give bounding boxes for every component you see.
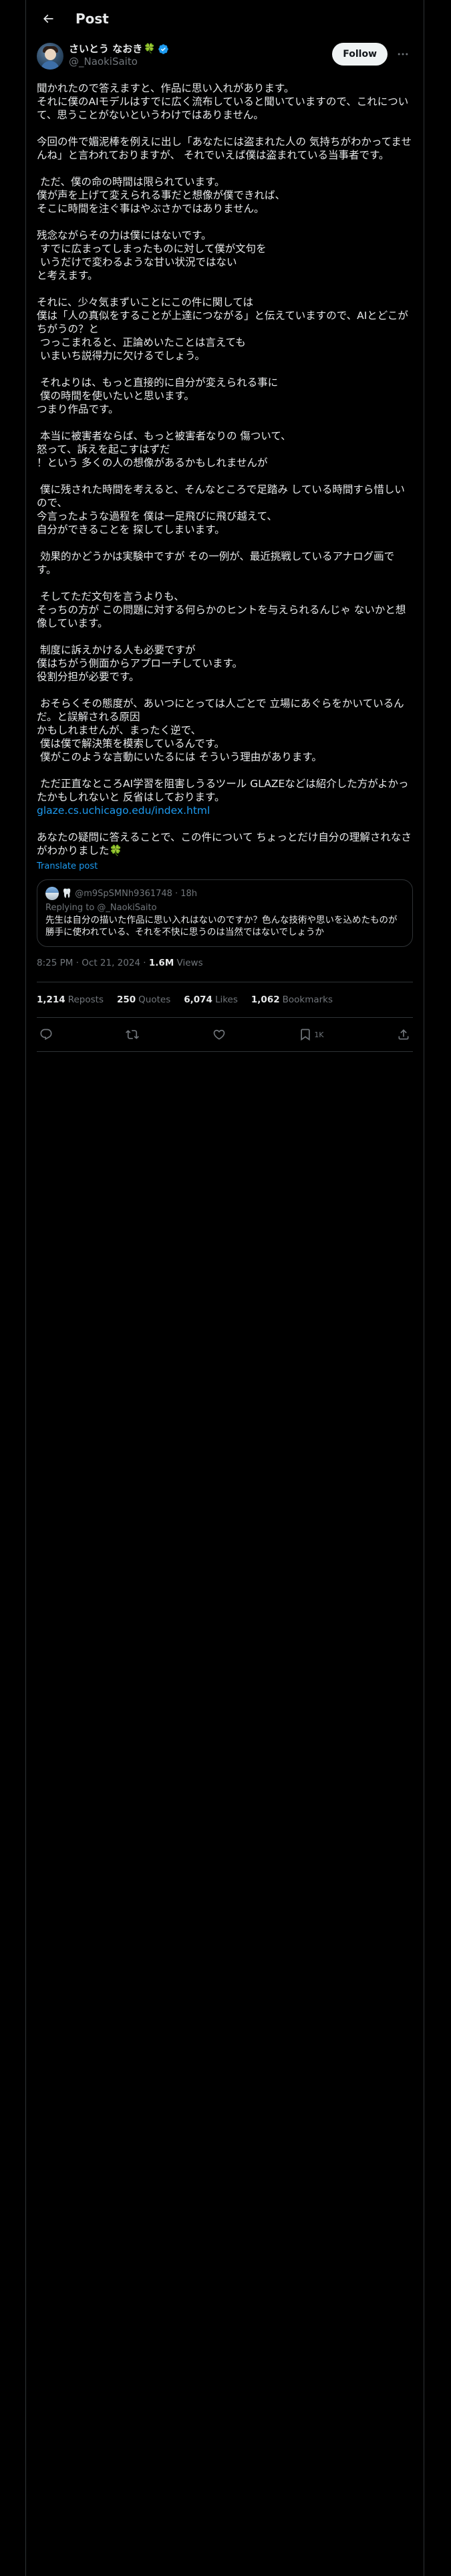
quote-handle: @m9SpSMNh9361748 <box>75 888 172 899</box>
post-timestamp[interactable]: 8:25 PM · Oct 21, 2024 · <box>37 958 149 968</box>
views-count: 1.6M <box>148 958 174 968</box>
reposts-count: 1,214 <box>37 994 65 1005</box>
post: さいとう なおき 🍀 @_NaokiSaito Follow 聞かれたので答えま… <box>26 37 424 1052</box>
reposts-stat[interactable]: 1,214 Reposts <box>37 994 104 1005</box>
share-icon <box>398 1029 409 1040</box>
quoted-post[interactable]: 🦷 @m9SpSMNh9361748 · 18h Replying to @_N… <box>37 879 413 947</box>
post-text-closing: あなたの疑問に答えることで、この件について ちょっとだけ自分の理解されなさがわか… <box>37 831 412 857</box>
glaze-link[interactable]: glaze.cs.uchicago.edu/index.html <box>37 804 210 817</box>
author-names: さいとう なおき 🍀 @_NaokiSaito <box>69 43 169 68</box>
more-options-icon[interactable] <box>393 44 413 64</box>
author-handle[interactable]: @_NaokiSaito <box>69 56 169 68</box>
quotes-stat[interactable]: 250 Quotes <box>117 994 170 1005</box>
translate-post-link[interactable]: Translate post <box>37 861 98 871</box>
likes-count: 6,074 <box>184 994 212 1005</box>
quote-text: 先生は自分の描いた作品に思い入れはないのですか？色んな技術や思いを込めたものが勝… <box>45 915 398 938</box>
share-button[interactable] <box>397 1028 410 1041</box>
quotes-count: 250 <box>116 994 136 1005</box>
quote-time: · 18h <box>174 888 198 899</box>
views-label: Views <box>174 958 203 968</box>
back-arrow-icon[interactable] <box>37 7 59 30</box>
engagement-stats: 1,214 Reposts 250 Quotes 6,074 Likes 1,062 B… <box>37 982 413 1017</box>
avatar[interactable] <box>37 43 63 70</box>
post-text: 聞かれたので答えますと、作品に思い入れがあります。 それに僕のAIモデルはすでに… <box>37 82 413 857</box>
quotes-label: Quotes <box>138 994 171 1005</box>
reply-icon <box>40 1029 52 1041</box>
bookmark-count: 1K <box>314 1030 324 1039</box>
likes-stat[interactable]: 6,074 Likes <box>184 994 238 1005</box>
likes-label: Likes <box>214 994 238 1005</box>
quote-header: 🦷 @m9SpSMNh9361748 · 18h <box>45 887 404 900</box>
clover-emoji-icon: 🍀 <box>144 43 156 54</box>
divider <box>37 1051 413 1052</box>
post-meta: 8:25 PM · Oct 21, 2024 · 1.6M Views <box>37 958 413 971</box>
bookmarks-stat[interactable]: 1,062 Bookmarks <box>251 994 333 1005</box>
main-column: Post さいとう なおき 🍀 @_NaokiSaito Follow 聞かれた… <box>25 0 424 2576</box>
bookmark-button[interactable]: 1K <box>299 1028 324 1041</box>
action-bar: 1K <box>37 1018 413 1051</box>
top-bar: Post <box>26 0 424 37</box>
post-text-main: 聞かれたので答えますと、作品に思い入れがあります。 それに僕のAIモデルはすでに… <box>37 82 412 803</box>
follow-button[interactable]: Follow <box>332 43 388 66</box>
bookmarks-label: Bookmarks <box>282 994 333 1005</box>
display-name-row[interactable]: さいとう なおき 🍀 <box>69 43 169 56</box>
bookmarks-count: 1,062 <box>251 994 280 1005</box>
bookmark-icon <box>301 1029 310 1041</box>
author-actions: Follow <box>332 43 413 66</box>
quote-avatar <box>45 887 59 900</box>
quote-name-emoji: 🦷 <box>61 888 73 899</box>
page-title: Post <box>76 11 109 27</box>
author-row: さいとう なおき 🍀 @_NaokiSaito Follow <box>37 43 413 75</box>
display-name[interactable]: さいとう なおき <box>69 43 142 56</box>
repost-button[interactable] <box>126 1028 140 1041</box>
repost-icon <box>126 1030 140 1039</box>
verified-badge-icon[interactable] <box>158 43 169 55</box>
reposts-label: Reposts <box>67 994 104 1005</box>
reply-button[interactable] <box>39 1028 53 1041</box>
like-button[interactable] <box>212 1028 226 1041</box>
heart-icon <box>213 1029 225 1040</box>
quote-replying-to: Replying to @_NaokiSaito <box>45 903 157 913</box>
